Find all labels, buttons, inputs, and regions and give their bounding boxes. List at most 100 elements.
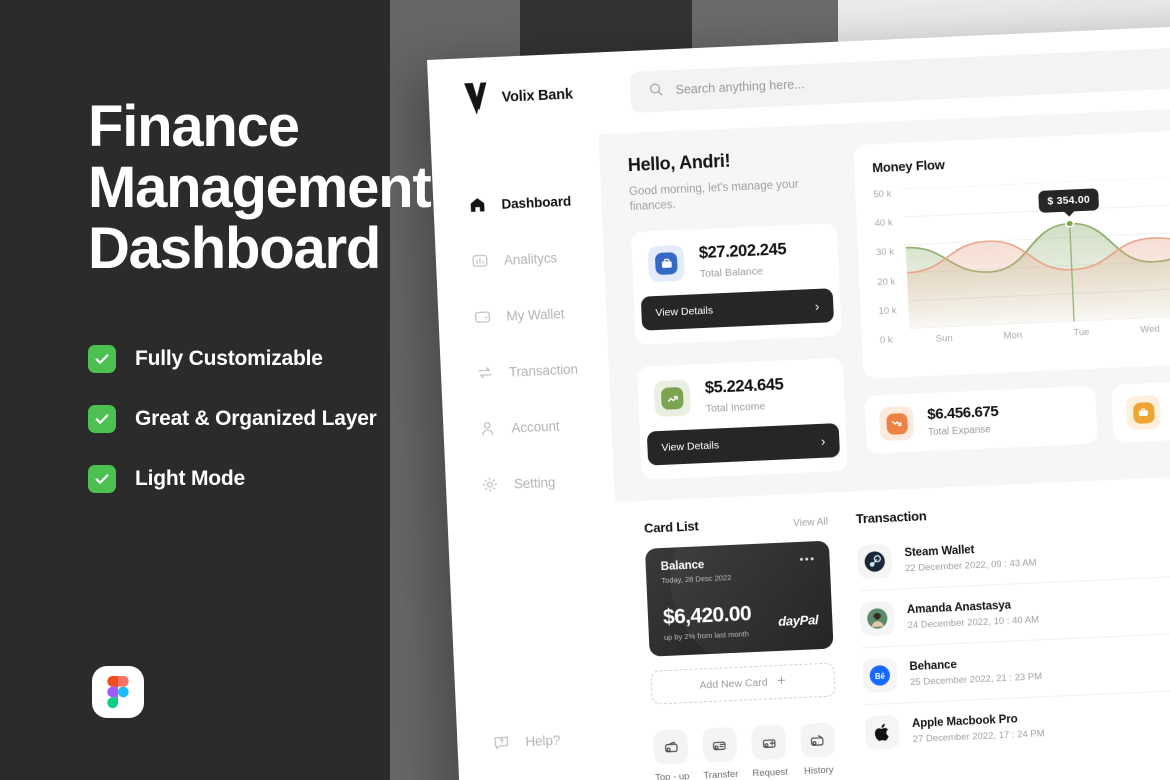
chart-column: Money Flow Monthly 0 k 10 k 20 k [833, 123, 1170, 492]
add-new-card-button[interactable]: Add New Card [650, 662, 836, 705]
money-flow-header: Money Flow Monthly [872, 141, 1170, 185]
transfer-wallet-icon [701, 726, 738, 763]
transaction-list: Steam Wallet 22 December 2022, 09 : 43 A… [856, 513, 1170, 762]
card-brand: dayPal [777, 612, 819, 629]
figma-icon [92, 666, 144, 718]
feature-label: Light Mode [135, 467, 245, 490]
dashboard-mockup: Volix Bank Dashboard Analitycs [427, 19, 1170, 780]
x-tick: Mon [1003, 329, 1023, 342]
feature-label: Fully Customizable [135, 347, 323, 370]
chevron-right-icon: › [814, 298, 820, 314]
brand-name: Volix Bank [501, 86, 574, 106]
stat-header: $27.202.245 Total Balance [647, 239, 823, 283]
sidebar-item-transaction[interactable]: Transaction [440, 344, 610, 397]
card-list-header: Card List View All [644, 513, 828, 536]
quick-action-request[interactable]: Request [750, 724, 789, 780]
sidebar-item-label: Setting [513, 474, 556, 492]
wallet-icon [472, 307, 492, 327]
sidebar-item-label: Analitycs [503, 249, 558, 268]
add-new-card-label: Add New Card [699, 676, 768, 692]
transaction-section: Transaction View All Steam Wallet 22 Dec… [850, 489, 1170, 780]
total-expanse-card: $6.456.675 Total Expanse [864, 385, 1098, 454]
gear-icon [480, 475, 500, 495]
x-tick: Sun [935, 332, 953, 345]
sidebar-bottom-group: Help? Log-Out [456, 714, 629, 780]
feature-item: Light Mode [88, 465, 390, 493]
apple-logo-icon [864, 714, 901, 751]
chart-svg [903, 170, 1170, 329]
chevron-right-icon: › [820, 433, 826, 449]
mini-stats-row: $6.456.675 Total Expanse $57. [864, 374, 1170, 454]
transaction-info: Apple Macbook Pro 27 December 2022, 17 :… [912, 703, 1170, 745]
view-details-label: View Details [655, 304, 714, 320]
total-saving-card: $57.865.14 Total Saving [1111, 374, 1170, 443]
stat-amount: $27.202.245 [698, 240, 787, 263]
sidebar-item-analitycs[interactable]: Analitycs [435, 232, 605, 285]
total-balance-card: $27.202.245 Total Balance View Details › [630, 222, 842, 345]
y-tick: 30 k [875, 246, 895, 259]
quick-action-history[interactable]: History [799, 722, 836, 777]
help-bubble-icon [491, 732, 511, 752]
trend-down-icon [878, 405, 915, 442]
y-tick: 0 k [879, 334, 893, 347]
feature-list: Fully Customizable Great & Organized Lay… [88, 345, 390, 493]
promo-panel: Finance Management Dashboard Fully Custo… [0, 0, 432, 780]
transaction-title: Transaction [855, 508, 927, 527]
quick-action-label: Request [752, 766, 789, 780]
sidebar-item-label: Transaction [508, 361, 579, 380]
sidebar-item-logout[interactable]: Log-Out [459, 774, 629, 780]
sidebar: Dashboard Analitycs My Wallet Transactio… [430, 134, 631, 780]
brand-logo[interactable]: Volix Bank [462, 76, 631, 115]
sidebar-item-label: Dashboard [501, 193, 572, 212]
svg-text:Bē: Bē [875, 672, 886, 681]
quick-action-transfer[interactable]: Transfer [701, 726, 739, 780]
request-wallet-icon [751, 724, 787, 761]
check-icon [88, 405, 116, 433]
money-flow-chart: 0 k 10 k 20 k 30 k 40 k 50 k Sun Mon Tue… [873, 170, 1170, 368]
wallet-icon [647, 244, 686, 283]
search-bar[interactable] [629, 40, 1170, 113]
history-wallet-icon [799, 722, 836, 759]
page-title: Hello, Andri! [627, 150, 731, 176]
quick-action-top-up[interactable]: Top - up [653, 729, 690, 780]
quick-actions: Top - up Transfer Request History [653, 722, 839, 780]
sidebar-item-label: My Wallet [506, 305, 565, 324]
sidebar-item-dashboard[interactable]: Dashboard [433, 176, 603, 229]
sidebar-item-account[interactable]: Account [442, 400, 612, 453]
sidebar-item-help[interactable]: Help? [456, 714, 626, 767]
card-list-section: Card List View All ••• Balance Today, 28… [616, 512, 864, 780]
check-icon [88, 345, 116, 373]
stat-header: $5.224.645 Total Income [653, 373, 829, 418]
x-tick: Wed [1140, 323, 1160, 336]
mini-label: Total Expanse [927, 424, 992, 439]
summary-column: Hello, Andri! Good morning, let's manage… [599, 146, 848, 502]
feature-item: Fully Customizable [88, 345, 390, 373]
transaction-info: Amanda Anastasya 24 December 2022, 10 : … [907, 589, 1170, 631]
feature-label: Great & Organized Layer [135, 407, 377, 430]
transaction-header: Transaction View All [855, 491, 1170, 527]
card-list-title: Card List [643, 518, 699, 536]
view-details-label: View Details [661, 439, 720, 454]
home-icon [467, 195, 487, 215]
plus-icon [775, 675, 787, 689]
sidebar-item-my-wallet[interactable]: My Wallet [437, 288, 607, 341]
transaction-info: Behance 25 December 2022, 21 : 23 PM [909, 646, 1170, 688]
credit-card[interactable]: ••• Balance Today, 28 Desc 2022 $6,420.0… [644, 540, 834, 657]
card-list-view-all-link[interactable]: View All [793, 517, 828, 530]
view-details-button[interactable]: View Details › [640, 288, 835, 331]
more-dots-icon[interactable]: ••• [799, 553, 816, 566]
quick-action-label: Transfer [703, 768, 739, 780]
promo-title: Finance Management Dashboard [88, 94, 432, 281]
search-input[interactable] [675, 54, 1170, 97]
dashboard-body: Dashboard Analitycs My Wallet Transactio… [430, 101, 1170, 780]
user-avatar [859, 600, 896, 637]
stat-text: $5.224.645 Total Income [704, 375, 784, 414]
bottom-section: Card List View All ••• Balance Today, 28… [614, 469, 1170, 780]
behance-logo-icon: Bē [862, 657, 898, 694]
greeting-subtitle: Good morning, let's manage your finances… [628, 178, 799, 214]
user-icon [477, 419, 497, 439]
card-amount: $6,420.00 [662, 602, 752, 630]
sidebar-item-setting[interactable]: Setting [445, 456, 615, 509]
sidebar-item-label: Help? [525, 732, 561, 749]
view-details-button[interactable]: View Details › [646, 423, 841, 466]
